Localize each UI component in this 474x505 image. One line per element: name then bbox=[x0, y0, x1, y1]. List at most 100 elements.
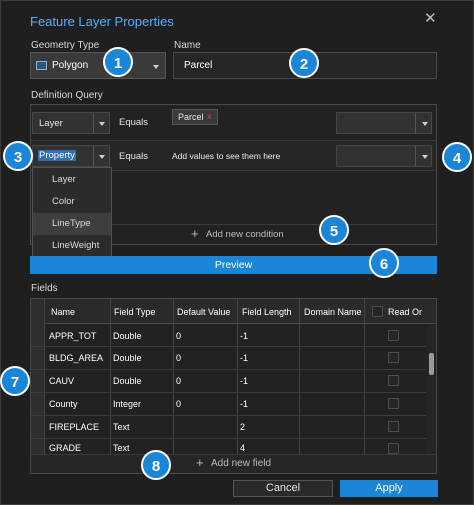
fields-label: Fields bbox=[31, 283, 58, 294]
definition-query-label: Definition Query bbox=[31, 90, 103, 101]
dropdown-option-layer[interactable]: Layer bbox=[33, 169, 111, 191]
query-operator-1: Equals bbox=[119, 117, 149, 128]
callout-badge-6: 6 bbox=[369, 248, 399, 278]
chevron-down-icon bbox=[422, 122, 428, 126]
column-header-domain-name[interactable]: Domain Name bbox=[304, 307, 362, 317]
dialog-title: Feature Layer Properties bbox=[30, 14, 174, 29]
read-only-checkbox[interactable] bbox=[388, 398, 399, 409]
select-divider bbox=[93, 146, 94, 166]
chevron-down-icon bbox=[99, 122, 105, 126]
field-length: 4 bbox=[240, 443, 246, 453]
field-name: County bbox=[49, 399, 78, 409]
column-header-field-length[interactable]: Field Length bbox=[242, 307, 292, 317]
query-value-select-2[interactable] bbox=[336, 145, 432, 167]
query-field-value-2: Property bbox=[38, 150, 76, 161]
remove-value-icon[interactable]: x bbox=[207, 111, 212, 121]
field-name: BLDG_AREA bbox=[49, 353, 104, 363]
add-field-button[interactable]: + Add new field bbox=[31, 454, 436, 473]
table-row[interactable]: APPR_TOT Double 0 -1 bbox=[31, 325, 426, 346]
row-separator bbox=[31, 438, 426, 439]
add-condition-button[interactable]: + Add new condition bbox=[112, 224, 436, 243]
value-chip-label: Parcel bbox=[178, 112, 204, 122]
field-default: 0 bbox=[176, 353, 182, 363]
cancel-label: Cancel bbox=[265, 482, 301, 494]
field-length: 2 bbox=[240, 422, 246, 432]
read-only-checkbox[interactable] bbox=[388, 375, 399, 386]
field-default: 0 bbox=[176, 331, 182, 341]
field-type: Double bbox=[113, 331, 142, 341]
field-length: -1 bbox=[240, 399, 249, 409]
field-name: GRADE bbox=[49, 443, 82, 453]
table-row[interactable]: BLDG_AREA Double 0 -1 bbox=[31, 348, 426, 369]
field-length: -1 bbox=[240, 353, 249, 363]
dropdown-option-linetype[interactable]: LineType bbox=[33, 213, 111, 235]
read-only-checkbox[interactable] bbox=[388, 352, 399, 363]
dropdown-option-color[interactable]: Color bbox=[33, 191, 111, 213]
plus-icon: + bbox=[191, 226, 199, 241]
apply-button[interactable]: Apply bbox=[340, 480, 438, 497]
field-name: CAUV bbox=[49, 376, 75, 386]
table-row[interactable]: FIREPLACE Text 2 bbox=[31, 417, 426, 438]
geometry-type-value: Polygon bbox=[52, 60, 89, 71]
field-type: Text bbox=[113, 422, 130, 432]
query-field-value-1: Layer bbox=[39, 118, 63, 129]
value-chip[interactable]: Parcel x bbox=[172, 109, 218, 125]
plus-icon: + bbox=[196, 455, 204, 470]
add-condition-label: Add new condition bbox=[206, 229, 284, 240]
callout-badge-1: 1 bbox=[103, 47, 133, 77]
column-header-name[interactable]: Name bbox=[51, 307, 75, 317]
preview-label: Preview bbox=[214, 259, 253, 271]
field-default: 0 bbox=[176, 399, 182, 409]
field-name: APPR_TOT bbox=[49, 331, 97, 341]
add-field-label: Add new field bbox=[211, 458, 272, 469]
read-only-header-checkbox[interactable] bbox=[372, 306, 383, 317]
row-separator bbox=[31, 369, 426, 370]
query-field-select-2[interactable]: Property bbox=[32, 145, 110, 167]
polygon-icon bbox=[36, 61, 47, 70]
dropdown-option-lineweight[interactable]: LineWeight bbox=[33, 235, 111, 257]
field-type: Double bbox=[113, 376, 142, 386]
callout-badge-2: 2 bbox=[289, 48, 319, 78]
query-field-select-1[interactable]: Layer bbox=[32, 112, 110, 134]
column-header-field-type[interactable]: Field Type bbox=[114, 307, 155, 317]
apply-label: Apply bbox=[375, 482, 403, 494]
scrollbar-thumb[interactable] bbox=[429, 353, 434, 375]
geometry-type-dropdown[interactable]: Polygon bbox=[30, 52, 166, 79]
callout-badge-7: 7 bbox=[0, 366, 30, 396]
column-header-default-value[interactable]: Default Value bbox=[177, 307, 234, 317]
query-value-hint: Add values to see them here bbox=[172, 151, 281, 161]
field-type: Double bbox=[113, 353, 142, 363]
cancel-button[interactable]: Cancel bbox=[233, 480, 333, 497]
table-row[interactable]: CAUV Double 0 -1 bbox=[31, 371, 426, 392]
field-length: -1 bbox=[240, 331, 249, 341]
field-type: Integer bbox=[113, 399, 142, 409]
table-row[interactable]: County Integer 0 -1 bbox=[31, 394, 426, 415]
callout-badge-5: 5 bbox=[319, 215, 349, 245]
callout-badge-8: 8 bbox=[141, 450, 171, 480]
query-operator-2: Equals bbox=[119, 151, 149, 162]
field-length: -1 bbox=[240, 376, 249, 386]
callout-badge-4: 4 bbox=[442, 142, 472, 172]
chevron-down-icon bbox=[422, 155, 428, 159]
row-separator bbox=[31, 392, 426, 393]
read-only-checkbox[interactable] bbox=[388, 421, 399, 432]
name-label: Name bbox=[174, 40, 201, 51]
field-default: 0 bbox=[176, 376, 182, 386]
close-icon[interactable]: ✕ bbox=[424, 9, 437, 27]
read-only-checkbox[interactable] bbox=[388, 330, 399, 341]
geometry-type-label: Geometry Type bbox=[31, 40, 100, 51]
property-dropdown-list: Layer Color LineType LineWeight bbox=[32, 167, 112, 257]
select-divider bbox=[93, 113, 94, 133]
column-header-read-only[interactable]: Read Or bbox=[388, 307, 428, 317]
row-separator bbox=[31, 346, 426, 347]
query-value-select-1[interactable] bbox=[336, 112, 432, 134]
row-separator bbox=[31, 415, 426, 416]
chevron-down-icon bbox=[153, 65, 159, 69]
chevron-down-icon bbox=[99, 155, 105, 159]
vertical-scrollbar[interactable] bbox=[427, 325, 436, 454]
read-only-checkbox[interactable] bbox=[388, 443, 399, 454]
select-divider bbox=[415, 113, 416, 133]
name-value: Parcel bbox=[184, 60, 213, 71]
field-name: FIREPLACE bbox=[49, 422, 100, 432]
field-type: Text bbox=[113, 443, 130, 453]
